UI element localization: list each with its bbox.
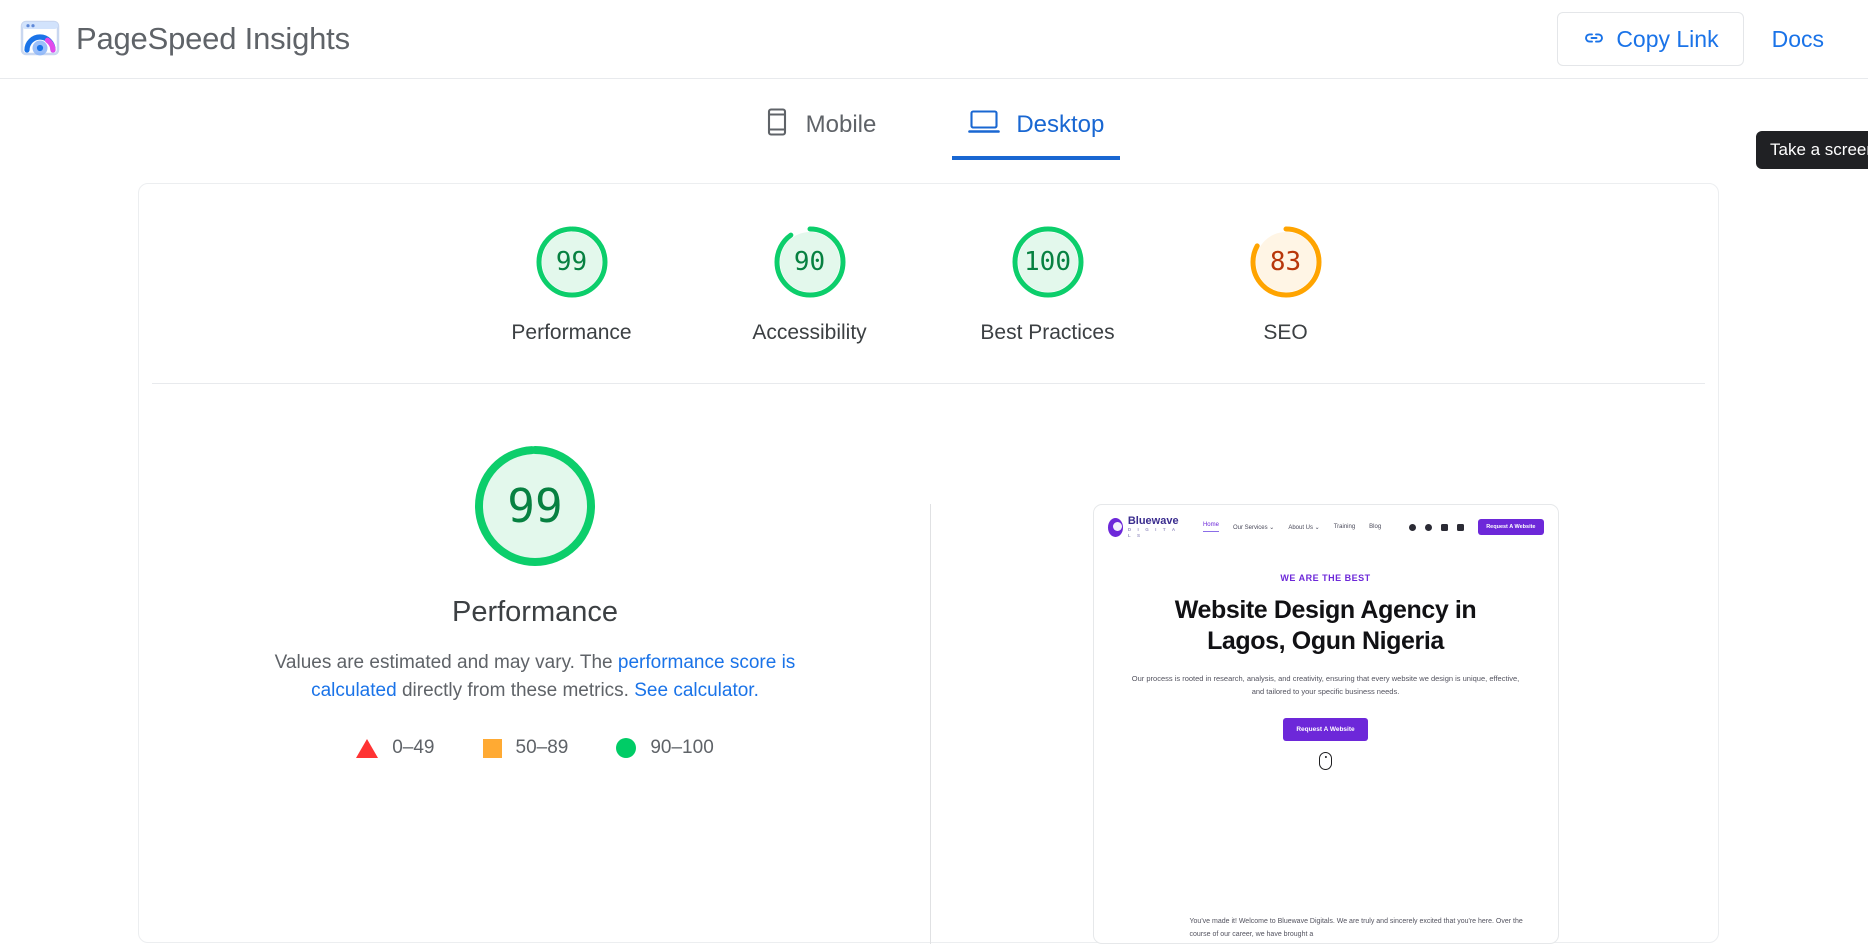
copy-link-button[interactable]: Copy Link xyxy=(1557,12,1743,66)
twitter-icon xyxy=(1425,524,1432,531)
score-legend: 0–49 50–89 90–100 xyxy=(356,737,714,759)
description-text-mid: directly from these metrics. xyxy=(397,680,635,701)
linkedin-icon xyxy=(1457,524,1464,531)
score-item-performance[interactable]: 99 Performance xyxy=(492,223,652,345)
performance-description: Values are estimated and may vary. The p… xyxy=(235,649,835,705)
thumbnail-panel: Bluewave D I G I T A L S Home Our Service… xyxy=(931,384,1720,944)
score-summary: 99 Performance 90 Accessibility 100 Best Prac… xyxy=(139,184,1718,345)
thumbnail-brand-name: Bluewave xyxy=(1128,516,1183,527)
gauge-accessibility: 90 xyxy=(771,223,849,301)
score-label: Performance xyxy=(511,321,631,345)
gauge-performance: 99 xyxy=(533,223,611,301)
tab-desktop[interactable]: Desktop xyxy=(952,99,1120,160)
thumbnail-nav-link: About Us ⌄ xyxy=(1288,524,1319,531)
header-actions: Copy Link Docs xyxy=(1557,12,1842,66)
square-swatch-icon xyxy=(483,739,502,758)
legend-range: 50–89 xyxy=(516,737,569,759)
report-body: 99 Performance Values are estimated and … xyxy=(139,384,1720,944)
mouse-cursor-icon xyxy=(1319,752,1332,770)
thumbnail-heading-line-2: Lagos, Ogun Nigeria xyxy=(1120,626,1532,657)
thumbnail-site-nav: Bluewave D I G I T A L S Home Our Service… xyxy=(1094,505,1558,549)
thumbnail-nav-links: Home Our Services ⌄ About Us ⌄ Training Blog xyxy=(1203,522,1381,532)
globe-icon xyxy=(1409,524,1416,531)
performance-gauge: 99 xyxy=(469,440,601,572)
thumbnail-footer-text: You've made it! Welcome to Bluewave Digi… xyxy=(1190,915,1536,941)
gauge-value: 90 xyxy=(771,223,849,301)
thumbnail-brand-subtitle: D I G I T A L S xyxy=(1128,527,1183,539)
see-calculator-link[interactable]: See calculator. xyxy=(634,680,759,701)
performance-gauge-value: 99 xyxy=(469,440,601,572)
score-label: Accessibility xyxy=(752,321,866,345)
form-factor-tabs: Mobile Desktop xyxy=(0,79,1868,167)
legend-item-triangle: 0–49 xyxy=(356,737,434,759)
score-item-accessibility[interactable]: 90 Accessibility xyxy=(730,223,890,345)
gauge-value: 99 xyxy=(533,223,611,301)
performance-panel: 99 Performance Values are estimated and … xyxy=(139,384,931,944)
pagespeed-logo-icon xyxy=(18,17,62,61)
thumbnail-hero-cta-button: Request A Website xyxy=(1283,718,1367,741)
thumbnail-social-icons xyxy=(1409,524,1464,531)
tab-mobile-label: Mobile xyxy=(806,111,877,139)
panel-divider xyxy=(930,504,931,944)
thumbnail-heading: Website Design Agency in Lagos, Ogun Nig… xyxy=(1120,595,1532,657)
score-label: Best Practices xyxy=(980,321,1114,345)
thumbnail-hero: WE ARE THE BEST Website Design Agency in… xyxy=(1094,573,1558,770)
performance-title: Performance xyxy=(452,596,618,629)
gauge-value: 83 xyxy=(1247,223,1325,301)
thumbnail-nav-cta-button: Request A Website xyxy=(1478,519,1543,535)
score-item-best-practices[interactable]: 100 Best Practices xyxy=(968,223,1128,345)
triangle-swatch-icon xyxy=(356,739,378,758)
bluewave-logo-icon xyxy=(1108,518,1123,537)
screenshot-tooltip: Take a screens xyxy=(1756,131,1868,169)
thumbnail-nav-link: Our Services ⌄ xyxy=(1233,524,1274,531)
thumbnail-nav-link: Home xyxy=(1203,522,1219,532)
app-header: PageSpeed Insights Copy Link Docs xyxy=(0,0,1868,79)
circle-swatch-icon xyxy=(616,738,636,758)
brand: PageSpeed Insights xyxy=(18,17,350,61)
desktop-icon xyxy=(968,107,1000,142)
report-card: 99 Performance 90 Accessibility 100 Best Prac… xyxy=(138,183,1719,943)
thumbnail-subtext: Our process is rooted in research, analy… xyxy=(1120,672,1532,698)
score-label: SEO xyxy=(1263,321,1307,345)
tab-mobile[interactable]: Mobile xyxy=(748,99,893,160)
thumbnail-nav-link: Blog xyxy=(1369,524,1381,530)
page-title: PageSpeed Insights xyxy=(76,21,350,57)
score-item-seo[interactable]: 83 SEO xyxy=(1206,223,1366,345)
legend-item-square: 50–89 xyxy=(483,737,569,759)
legend-range: 0–49 xyxy=(392,737,434,759)
thumbnail-nav-link: Training xyxy=(1334,524,1355,530)
link-icon xyxy=(1582,26,1606,53)
legend-item-circle: 90–100 xyxy=(616,737,713,759)
tab-desktop-label: Desktop xyxy=(1016,111,1104,139)
copy-link-label: Copy Link xyxy=(1616,26,1718,53)
thumbnail-site-logo: Bluewave D I G I T A L S xyxy=(1108,516,1183,539)
phone-icon xyxy=(764,107,790,142)
site-screenshot-thumbnail[interactable]: Bluewave D I G I T A L S Home Our Service… xyxy=(1093,504,1559,944)
instagram-icon xyxy=(1441,524,1448,531)
gauge-seo: 83 xyxy=(1247,223,1325,301)
description-text-pre: Values are estimated and may vary. The xyxy=(275,652,618,673)
thumbnail-eyebrow: WE ARE THE BEST xyxy=(1120,573,1532,583)
legend-range: 90–100 xyxy=(650,737,713,759)
docs-link[interactable]: Docs xyxy=(1754,26,1842,53)
thumbnail-heading-line-1: Website Design Agency in xyxy=(1120,595,1532,626)
gauge-value: 100 xyxy=(1009,223,1087,301)
gauge-best-practices: 100 xyxy=(1009,223,1087,301)
